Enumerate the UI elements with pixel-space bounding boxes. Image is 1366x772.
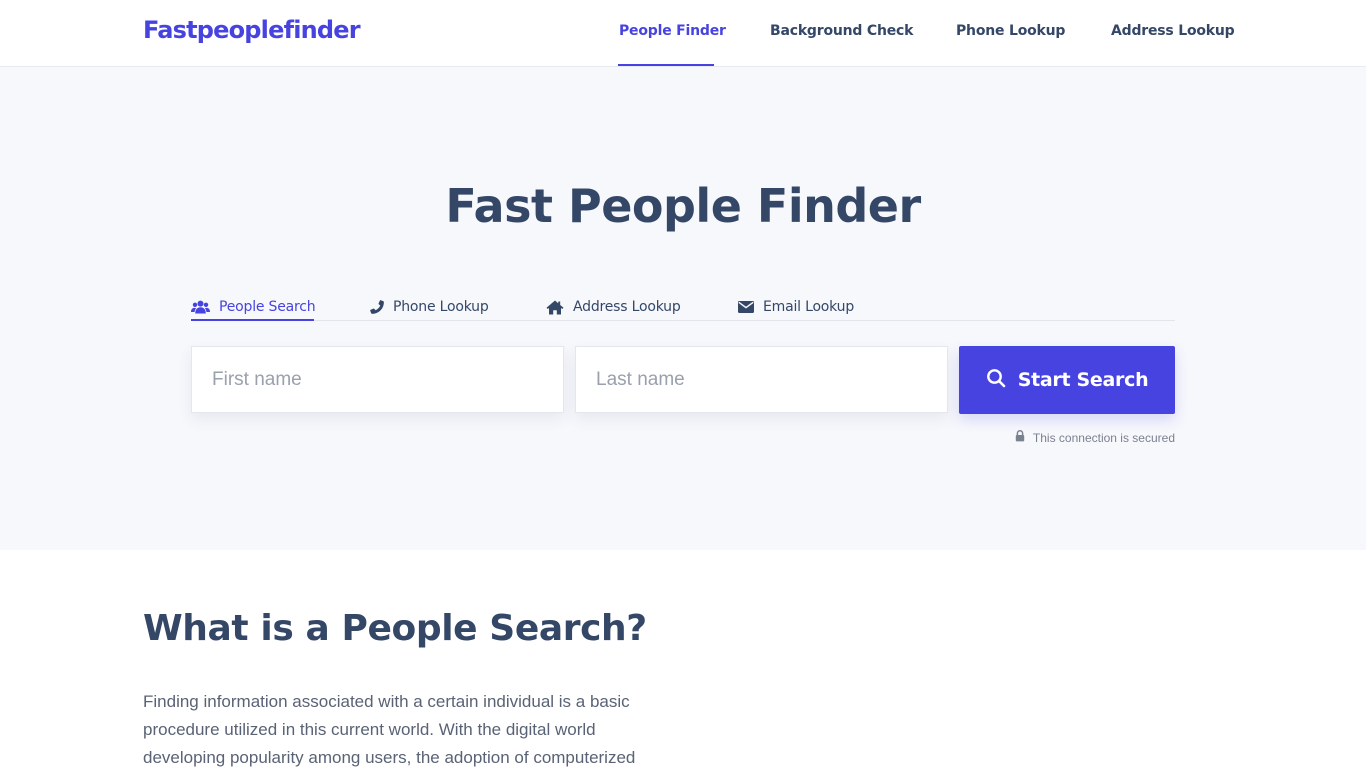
tab-label: Phone Lookup bbox=[393, 299, 489, 315]
tab-address-lookup[interactable]: Address Lookup bbox=[546, 292, 681, 322]
active-tab-indicator bbox=[191, 319, 314, 321]
nav-item-address-lookup[interactable]: Address Lookup bbox=[1111, 23, 1235, 39]
tab-label: Email Lookup bbox=[763, 299, 855, 315]
site-logo[interactable]: Fastpeoplefinder bbox=[143, 16, 361, 44]
start-search-label: Start Search bbox=[1017, 369, 1149, 391]
users-icon bbox=[191, 300, 210, 314]
lock-icon bbox=[1015, 430, 1025, 445]
secure-connection-label: This connection is secured bbox=[1032, 430, 1175, 445]
tab-label: Address Lookup bbox=[573, 299, 681, 315]
hero-search-section: Fast People Finder People Search Phone L… bbox=[0, 67, 1366, 550]
tab-label: People Search bbox=[219, 299, 316, 315]
page-title: Fast People Finder bbox=[445, 179, 921, 233]
tabs-divider bbox=[191, 320, 1175, 321]
active-nav-indicator bbox=[618, 64, 714, 66]
secure-connection-note: This connection is secured bbox=[1000, 430, 1175, 445]
phone-icon bbox=[370, 300, 384, 314]
nav-item-phone-lookup[interactable]: Phone Lookup bbox=[956, 23, 1065, 39]
tab-phone-lookup[interactable]: Phone Lookup bbox=[370, 292, 489, 322]
envelope-icon bbox=[738, 301, 754, 313]
top-navigation-bar: Fastpeoplefinder People Finder Backgroun… bbox=[0, 0, 1366, 67]
start-search-button[interactable]: Start Search bbox=[959, 346, 1175, 414]
search-icon bbox=[986, 368, 1006, 393]
section-heading: What is a People Search? bbox=[143, 608, 647, 649]
first-name-input[interactable] bbox=[191, 346, 564, 413]
section-paragraph: Finding information associated with a ce… bbox=[143, 692, 636, 767]
tab-email-lookup[interactable]: Email Lookup bbox=[738, 292, 854, 322]
nav-item-background-check[interactable]: Background Check bbox=[770, 23, 913, 39]
nav-item-people-finder[interactable]: People Finder bbox=[619, 23, 726, 39]
tab-people-search[interactable]: People Search bbox=[191, 292, 316, 322]
home-icon bbox=[546, 300, 564, 315]
last-name-input[interactable] bbox=[575, 346, 948, 413]
